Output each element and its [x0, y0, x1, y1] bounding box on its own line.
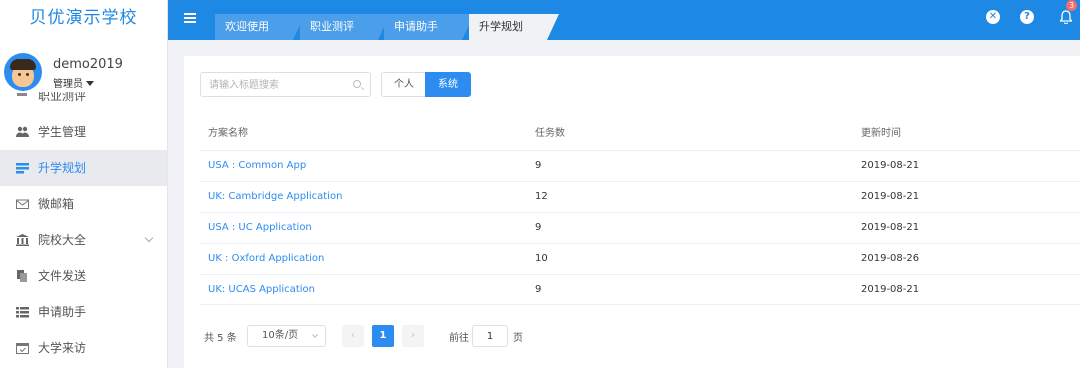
header-updated: 更新时间: [861, 128, 901, 139]
user-panel[interactable]: demo2019 管理员: [0, 40, 167, 95]
sidebar-item-students[interactable]: 学生管理: [0, 114, 167, 150]
caret-down-icon: [86, 81, 94, 86]
sidebar-item-label: 学生管理: [38, 125, 87, 139]
plans-table: 方案名称 任务数 更新时间 USA : Common App 9 2019-08…: [200, 118, 1080, 305]
user-name: demo2019: [53, 57, 123, 72]
task-count: 9: [535, 284, 542, 295]
next-page-button[interactable]: ›: [402, 325, 424, 347]
plan-name-link[interactable]: USA : UC Application: [208, 213, 312, 243]
task-count: 9: [535, 160, 542, 171]
tab-welcome[interactable]: 欢迎使用: [215, 14, 305, 40]
plan-name-link[interactable]: UK: UCAS Application: [208, 275, 315, 305]
chevron-down-icon: [144, 233, 154, 243]
calendar-icon: [16, 343, 29, 354]
top-bar: 欢迎使用 职业测评 申请助手 升学规划 ✕ ? 3: [168, 0, 1080, 40]
plan-icon: [16, 163, 29, 174]
table-row: UK: UCAS Application 9 2019-08-21: [200, 274, 1080, 305]
table-row: UK: Cambridge Application 12 2019-08-21: [200, 181, 1080, 212]
chevron-down-icon: [312, 332, 318, 338]
table-row: USA : UC Application 9 2019-08-21: [200, 212, 1080, 243]
goto-label: 前往: [449, 333, 469, 344]
header-name: 方案名称: [208, 128, 248, 139]
plan-name-link[interactable]: UK: Cambridge Application: [208, 182, 342, 212]
sidebar-item-label: 申请助手: [38, 305, 87, 319]
update-date: 2019-08-21: [861, 191, 920, 202]
tab-assistant[interactable]: 申请助手: [384, 14, 474, 40]
prev-page-button[interactable]: ‹: [342, 325, 364, 347]
sidebar-item-planning[interactable]: 升学规划: [0, 150, 167, 186]
update-date: 2019-08-21: [861, 160, 920, 171]
bank-icon: [16, 234, 29, 246]
page-label: 页: [513, 333, 523, 344]
mail-icon: [16, 199, 29, 209]
users-icon: [16, 126, 29, 137]
filter-personal-button[interactable]: 个人: [381, 72, 427, 97]
user-role-label: 管理员: [53, 79, 83, 90]
task-count: 12: [535, 191, 548, 202]
page-size-select[interactable]: 10条/页: [247, 325, 326, 347]
career-icon: [17, 93, 27, 96]
filter-system-button[interactable]: 系统: [425, 72, 471, 97]
page-number-button[interactable]: 1: [372, 325, 394, 347]
sidebar-item-label: 微邮箱: [38, 197, 75, 211]
tab-career[interactable]: 职业测评: [300, 14, 390, 40]
list-icon: [16, 307, 29, 318]
sidebar-item-label: 文件发送: [38, 269, 87, 283]
pagination: 共 5 条 10条/页 ‹ 1 › 前往 页: [204, 325, 804, 347]
task-count: 10: [535, 253, 548, 264]
sidebar-item-files[interactable]: 文件发送: [0, 258, 167, 294]
sidebar: 贝优演示学校 demo2019 管理员 职业测评 学生管理 升学规划 微邮箱 院…: [0, 0, 168, 368]
search-box: [200, 72, 371, 97]
sidebar-item-career[interactable]: 职业测评: [0, 92, 167, 104]
sidebar-item-colleges[interactable]: 院校大全: [0, 222, 167, 258]
bell-icon[interactable]: [1059, 10, 1073, 25]
table-row: UK : Oxford Application 10 2019-08-26: [200, 243, 1080, 274]
close-icon[interactable]: ✕: [986, 10, 1000, 24]
table-row: USA : Common App 9 2019-08-21: [200, 150, 1080, 181]
search-icon[interactable]: [353, 80, 361, 88]
goto-page-input[interactable]: [472, 325, 508, 347]
task-count: 9: [535, 222, 542, 233]
sidebar-item-visits[interactable]: 大学来访: [0, 330, 167, 366]
sidebar-item-mail[interactable]: 微邮箱: [0, 186, 167, 222]
menu-toggle-icon[interactable]: [184, 13, 196, 23]
update-date: 2019-08-21: [861, 284, 920, 295]
sidebar-item-label: 升学规划: [38, 161, 87, 175]
sidebar-item-label: 大学来访: [38, 341, 87, 355]
update-date: 2019-08-26: [861, 253, 920, 264]
tab-planning[interactable]: 升学规划: [469, 14, 559, 40]
notification-badge: 3: [1066, 0, 1077, 11]
file-icon: [17, 270, 27, 282]
header-tasks: 任务数: [535, 128, 565, 139]
search-input[interactable]: [209, 77, 339, 93]
help-icon[interactable]: ?: [1020, 10, 1034, 24]
sidebar-item-label: 院校大全: [38, 233, 87, 247]
school-brand: 贝优演示学校: [29, 8, 138, 28]
plan-name-link[interactable]: USA : Common App: [208, 151, 306, 181]
main-panel: 个人 系统 方案名称 任务数 更新时间 USA : Common App 9 2…: [184, 56, 1080, 368]
table-header: 方案名称 任务数 更新时间: [200, 118, 1080, 150]
plan-name-link[interactable]: UK : Oxford Application: [208, 244, 324, 274]
sidebar-item-assistant[interactable]: 申请助手: [0, 294, 167, 330]
page-size-value: 10条/页: [262, 330, 299, 341]
sidebar-item-label: 职业测评: [38, 92, 87, 103]
update-date: 2019-08-21: [861, 222, 920, 233]
total-count: 共 5 条: [204, 333, 237, 344]
avatar: [4, 53, 42, 91]
user-role-dropdown[interactable]: 管理员: [53, 75, 94, 90]
